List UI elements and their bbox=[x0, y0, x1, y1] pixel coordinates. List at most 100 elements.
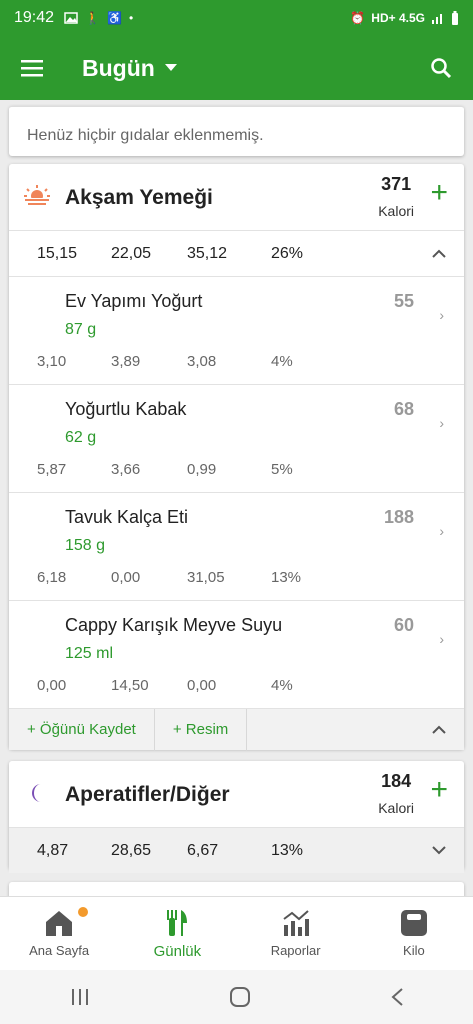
back-icon[interactable] bbox=[390, 987, 404, 1007]
food-macro-fat: 5,87 bbox=[37, 461, 67, 478]
network-label: HD+ 4.5G bbox=[371, 11, 425, 25]
notification-badge bbox=[78, 907, 88, 917]
dinner-header[interactable]: Akşam Yemeği 371 Kalori + bbox=[9, 164, 464, 230]
food-macro-carb: 3,89 bbox=[111, 353, 141, 370]
snacks-calories: 184 Kalori bbox=[378, 771, 414, 816]
food-calories: 60 bbox=[393, 615, 414, 635]
snacks-macros[interactable]: 4,87 28,65 6,67 13% bbox=[9, 827, 464, 873]
moon-icon bbox=[31, 784, 41, 802]
diary-content[interactable]: Henüz hiçbir gıdalar eklenmemiş. Akşam Y… bbox=[0, 100, 473, 896]
empty-meal-card: Henüz hiçbir gıdalar eklenmemiş. bbox=[9, 106, 464, 156]
food-quantity: 87 g bbox=[65, 321, 97, 338]
chart-icon bbox=[283, 910, 309, 936]
accessibility-icon: ♿ bbox=[107, 11, 122, 25]
dinner-title: Akşam Yemeği bbox=[65, 186, 213, 209]
dinner-macro-percent: 26% bbox=[271, 244, 304, 262]
snacks-macro-percent: 13% bbox=[271, 841, 304, 859]
food-name: Ev Yapımı Yoğurt bbox=[65, 291, 203, 311]
food-macro-fat: 6,18 bbox=[37, 569, 67, 586]
snacks-calories-value: 184 bbox=[381, 771, 412, 791]
food-macro-carb: 14,50 bbox=[111, 677, 149, 694]
dinner-macros[interactable]: 15,15 22,05 35,12 26% bbox=[9, 230, 464, 276]
dinner-add-button[interactable]: + bbox=[430, 178, 448, 208]
snacks-calories-unit: Kalori bbox=[378, 800, 414, 816]
nav-weight-label: Kilo bbox=[403, 943, 425, 958]
chevron-up-icon[interactable] bbox=[432, 249, 446, 258]
page-title: Bugün bbox=[82, 54, 155, 81]
sunset-icon bbox=[23, 185, 51, 208]
food-item[interactable]: Cappy Karışık Meyve Suyu 125 ml 60 › 0,0… bbox=[9, 600, 464, 708]
menu-button[interactable] bbox=[0, 36, 64, 100]
food-calories: 188 bbox=[383, 507, 414, 527]
food-macro-protein: 0,00 bbox=[187, 677, 217, 694]
food-name: Cappy Karışık Meyve Suyu bbox=[65, 615, 283, 635]
caret-down-icon bbox=[164, 64, 177, 71]
nav-reports[interactable]: Raporlar bbox=[237, 897, 355, 970]
chevron-right-icon: › bbox=[439, 523, 444, 539]
add-photo-button[interactable]: + Resim bbox=[155, 708, 248, 751]
food-item[interactable]: Yoğurtlu Kabak 62 g 68 › 5,87 3,66 0,99 … bbox=[9, 384, 464, 492]
nav-diary-label: Günlük bbox=[153, 943, 202, 960]
dinner-calories: 371 Kalori bbox=[378, 174, 414, 219]
food-macro-percent: 5% bbox=[271, 461, 293, 478]
walk-icon: 🚶 bbox=[85, 11, 100, 25]
nav-weight[interactable]: Kilo bbox=[355, 897, 473, 970]
dinner-macro-protein: 35,12 bbox=[187, 244, 228, 262]
nav-home[interactable]: Ana Sayfa bbox=[0, 897, 118, 970]
status-time: 19:42 bbox=[14, 9, 55, 26]
food-macro-percent: 4% bbox=[271, 353, 293, 370]
search-button[interactable] bbox=[409, 36, 473, 100]
status-icons: 🚶 ♿ • bbox=[64, 11, 133, 25]
dinner-calories-value: 371 bbox=[381, 174, 412, 194]
snacks-macro-fat: 4,87 bbox=[37, 841, 69, 859]
food-item[interactable]: Tavuk Kalça Eti 158 g 188 › 6,18 0,00 31… bbox=[9, 492, 464, 600]
home-button-icon[interactable] bbox=[229, 986, 251, 1008]
gallery-icon bbox=[64, 12, 78, 24]
food-name: Tavuk Kalça Eti bbox=[65, 507, 189, 527]
nav-home-label: Ana Sayfa bbox=[29, 943, 90, 958]
dinner-macro-carb: 22,05 bbox=[111, 244, 152, 262]
chevron-right-icon: › bbox=[439, 307, 444, 323]
next-meal-card bbox=[9, 882, 464, 896]
dinner-actions: + Öğünü Kaydet + Resim bbox=[9, 708, 464, 751]
dinner-card: Akşam Yemeği 371 Kalori + 15,15 22,05 35… bbox=[9, 164, 464, 751]
scale-icon bbox=[400, 910, 427, 936]
dinner-calories-unit: Kalori bbox=[378, 203, 414, 219]
chevron-down-icon[interactable] bbox=[432, 846, 446, 855]
empty-message: Henüz hiçbir gıdalar eklenmemiş. bbox=[27, 127, 264, 144]
bottom-navigation: Ana Sayfa Günlük Raporlar Kilo bbox=[0, 896, 473, 970]
system-navigation bbox=[0, 970, 473, 1024]
app-bar: Bugün bbox=[0, 36, 473, 100]
date-selector[interactable]: Bugün bbox=[82, 55, 177, 82]
dinner-macro-fat: 15,15 bbox=[37, 244, 78, 262]
nav-diary[interactable]: Günlük bbox=[118, 897, 236, 970]
food-item[interactable]: Ev Yapımı Yoğurt 87 g 55 › 3,10 3,89 3,0… bbox=[9, 276, 464, 384]
food-macro-fat: 0,00 bbox=[37, 677, 67, 694]
alarm-icon: ⏰ bbox=[350, 11, 366, 25]
status-right: ⏰ HD+ 4.5G bbox=[350, 11, 459, 25]
snacks-header[interactable]: Aperatifler/Diğer 184 Kalori + bbox=[9, 761, 464, 827]
food-macro-fat: 3,10 bbox=[37, 353, 67, 370]
food-quantity: 125 ml bbox=[65, 645, 114, 662]
food-macro-protein: 3,08 bbox=[187, 353, 217, 370]
collapse-chevron-icon[interactable] bbox=[432, 725, 446, 734]
food-macro-carb: 0,00 bbox=[111, 569, 141, 586]
food-quantity: 62 g bbox=[65, 429, 97, 446]
food-name: Yoğurtlu Kabak bbox=[65, 399, 187, 419]
food-macro-protein: 0,99 bbox=[187, 461, 217, 478]
utensils-icon bbox=[167, 910, 188, 936]
chevron-right-icon: › bbox=[439, 415, 444, 431]
snacks-card: Aperatifler/Diğer 184 Kalori + 4,87 28,6… bbox=[9, 761, 464, 873]
search-icon bbox=[431, 58, 452, 79]
food-macro-carb: 3,66 bbox=[111, 461, 141, 478]
snacks-add-button[interactable]: + bbox=[430, 775, 448, 805]
chevron-right-icon: › bbox=[439, 631, 444, 647]
menu-icon bbox=[21, 60, 43, 77]
food-macro-percent: 4% bbox=[271, 677, 293, 694]
recents-icon[interactable] bbox=[70, 988, 90, 1006]
food-quantity: 158 g bbox=[65, 537, 106, 554]
dot-icon: • bbox=[128, 11, 134, 25]
save-meal-button[interactable]: + Öğünü Kaydet bbox=[9, 708, 155, 751]
snacks-macro-carb: 28,65 bbox=[111, 841, 152, 859]
snacks-title: Aperatifler/Diğer bbox=[65, 783, 230, 806]
